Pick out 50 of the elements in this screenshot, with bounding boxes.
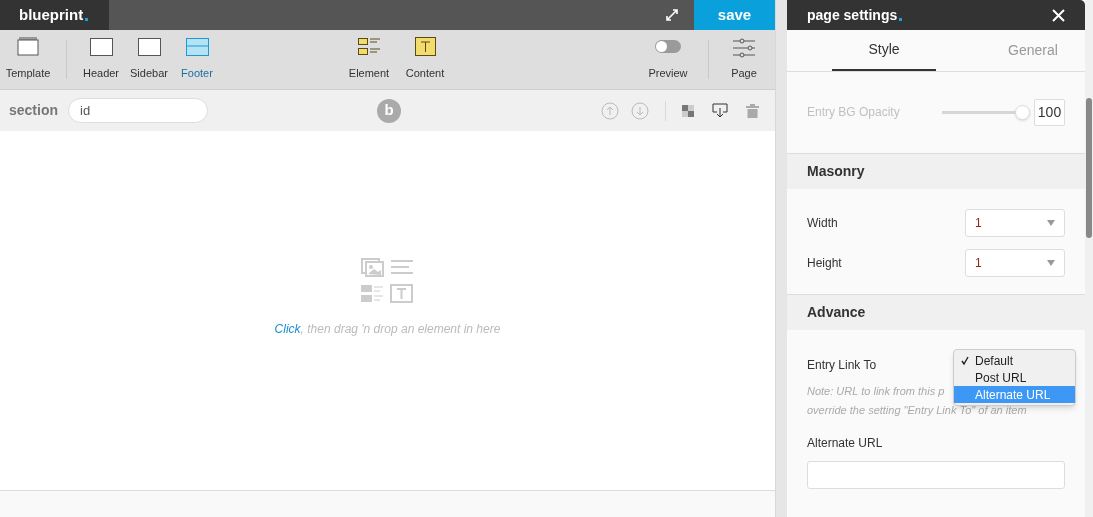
section-label: section xyxy=(9,101,58,120)
section-title: Advance xyxy=(807,303,866,322)
select-field[interactable]: 1 xyxy=(965,209,1065,237)
caret-icon xyxy=(1047,260,1055,266)
preview-toggle[interactable]: Preview xyxy=(638,30,698,89)
field-label: Alternate URL xyxy=(807,435,883,452)
logo: blueprint xyxy=(19,4,84,25)
toolbar-button[interactable]: Sidebar xyxy=(125,30,173,89)
toolbar-button[interactable]: Element xyxy=(341,30,397,89)
arrow-down-icon[interactable] xyxy=(631,101,649,120)
toolbar-button[interactable]: Header xyxy=(77,30,125,89)
rectangle-icon xyxy=(89,37,113,56)
field-label: Width xyxy=(807,215,839,232)
url-field[interactable] xyxy=(807,461,1065,489)
elements-drawing xyxy=(360,258,415,304)
note-text: Note: URL to link from this p xyxy=(807,384,945,399)
field-label: Height xyxy=(807,255,843,272)
toolbar-button[interactable]: Template xyxy=(0,30,56,89)
scrollbar-thumb[interactable] xyxy=(1086,98,1092,238)
sliders-icon xyxy=(733,37,755,58)
dropdown-option[interactable]: Default xyxy=(954,352,1075,369)
slider[interactable] xyxy=(942,103,1030,121)
list-icon xyxy=(357,37,381,56)
checker-icon[interactable] xyxy=(682,104,694,117)
close-icon[interactable] xyxy=(1052,8,1065,22)
download-icon[interactable] xyxy=(712,103,728,118)
arrow-up-icon[interactable] xyxy=(601,101,619,120)
page-button[interactable]: Page xyxy=(719,30,769,89)
trash-icon[interactable] xyxy=(746,103,759,118)
note-text: override the setting "Entry Link To" of an item xyxy=(807,403,1027,418)
panel-title: page settings xyxy=(807,5,898,25)
select-field[interactable]: 1 xyxy=(965,249,1065,277)
section-title: Masonry xyxy=(807,162,865,181)
field-label: Entry Link To xyxy=(807,357,877,374)
field-label: Entry BG Opacity xyxy=(807,104,901,121)
slider-thumb[interactable] xyxy=(1015,104,1030,120)
drop-hint: Click, then drag 'n drop an element in here xyxy=(274,321,501,338)
click-link[interactable]: Click xyxy=(274,322,301,336)
split-rectangle-icon xyxy=(185,37,209,56)
expand-icon[interactable] xyxy=(666,9,678,21)
caret-icon xyxy=(1047,220,1055,226)
dropdown-option[interactable]: Post URL xyxy=(954,369,1075,386)
id-field[interactable]: id xyxy=(68,98,208,123)
window-icon xyxy=(17,35,39,56)
rectangle-icon xyxy=(137,37,161,56)
toolbar-button[interactable]: Content xyxy=(397,30,453,89)
text-box-icon xyxy=(414,36,436,56)
badge: b xyxy=(377,98,401,123)
toolbar-button[interactable]: Footer xyxy=(173,30,221,89)
tab[interactable]: Style xyxy=(832,30,936,71)
